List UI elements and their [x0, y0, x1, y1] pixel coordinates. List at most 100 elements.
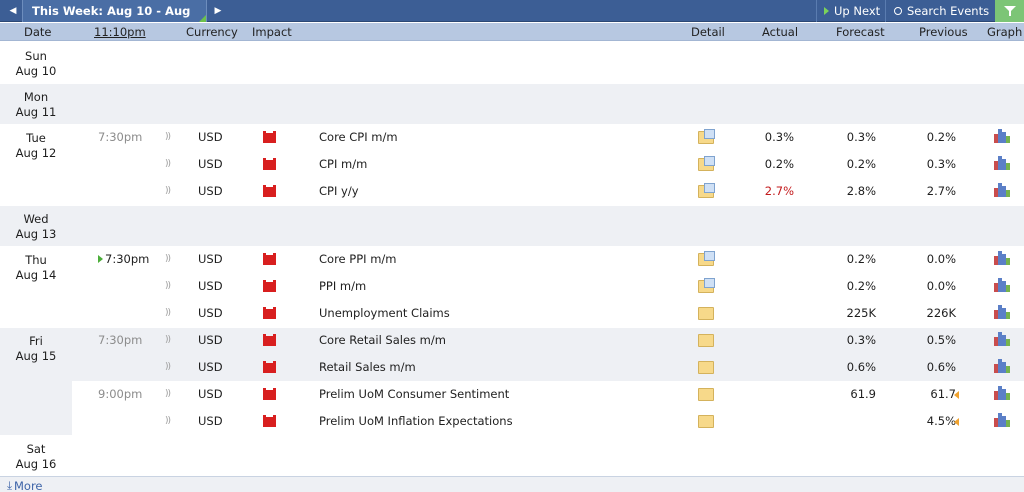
- sound-alert-icon[interactable]: )): [165, 124, 171, 151]
- empty-day-row: [72, 205, 1024, 246]
- sound-alert-icon[interactable]: )): [165, 151, 171, 178]
- detail-folder-icon[interactable]: [698, 334, 714, 347]
- event-row[interactable]: 7:30pm)) USD Core CPI m/m 0.3% 0.3% 0.2%: [72, 124, 1024, 151]
- event-row[interactable]: )) USD Retail Sales m/m 0.6% 0.6%: [72, 354, 1024, 381]
- event-forecast: 0.3%: [846, 333, 876, 347]
- event-row[interactable]: )) USD Prelim UoM Inflation Expectations 4.…: [72, 408, 1024, 435]
- detail-folder-icon[interactable]: [698, 278, 715, 293]
- sound-alert-icon[interactable]: )): [165, 408, 171, 435]
- graph-chart-icon[interactable]: [994, 156, 1011, 170]
- col-detail: Detail: [691, 25, 725, 39]
- detail-folder-icon[interactable]: [698, 251, 715, 266]
- col-actual: Actual: [762, 25, 799, 39]
- graph-chart-icon[interactable]: [994, 183, 1011, 197]
- detail-folder-icon[interactable]: [698, 129, 715, 144]
- detail-folder-icon[interactable]: [698, 361, 714, 374]
- event-time: 7:30pm: [98, 130, 143, 144]
- event-title[interactable]: Prelim UoM Inflation Expectations: [319, 408, 513, 435]
- graph-chart-icon[interactable]: [994, 332, 1011, 346]
- event-row[interactable]: )) USD Unemployment Claims 225K 226K: [72, 300, 1024, 327]
- event-row[interactable]: 7:30pm)) USD Core Retail Sales m/m 0.3% 0.5%: [72, 327, 1024, 354]
- event-time-text: 7:30pm: [105, 252, 150, 266]
- sound-alert-icon[interactable]: )): [165, 354, 171, 381]
- graph-chart-icon[interactable]: [994, 278, 1011, 292]
- graph-bar: [1006, 190, 1010, 197]
- event-row[interactable]: 9:00pm)) USD Prelim UoM Consumer Sentiment…: [72, 381, 1024, 408]
- event-title[interactable]: CPI y/y: [319, 178, 359, 205]
- graph-chart-icon[interactable]: [994, 251, 1011, 265]
- event-title[interactable]: Core CPI m/m: [319, 124, 398, 151]
- more-label[interactable]: ⤓ More: [7, 478, 43, 492]
- event-time: 9:00pm: [98, 387, 143, 401]
- graph-chart-icon[interactable]: [994, 386, 1011, 400]
- more-link[interactable]: ⤓ More: [0, 476, 1024, 492]
- detail-folder-icon[interactable]: [698, 415, 714, 428]
- next-week-icon[interactable]: ▶: [207, 0, 229, 22]
- event-title[interactable]: Prelim UoM Consumer Sentiment: [319, 381, 509, 408]
- day-date: Aug 13: [15, 227, 57, 241]
- event-actual: 2.7%: [764, 184, 794, 198]
- event-title[interactable]: Retail Sales m/m: [319, 354, 416, 381]
- sound-alert-icon[interactable]: )): [165, 273, 171, 300]
- graph-bar: [1006, 420, 1010, 427]
- col-graph: Graph: [987, 25, 1023, 39]
- impact-high-icon: [263, 361, 276, 373]
- event-forecast: 0.6%: [846, 360, 876, 374]
- event-currency: USD: [198, 157, 223, 171]
- graph-bar: [1006, 312, 1010, 319]
- sound-alert-icon[interactable]: )): [165, 300, 171, 327]
- search-icon: [894, 7, 902, 15]
- previous-week-icon[interactable]: ◀: [2, 0, 24, 22]
- detail-folder-icon[interactable]: [698, 388, 714, 401]
- up-next-button[interactable]: Up Next: [816, 0, 885, 22]
- search-events-label: Search Events: [907, 4, 990, 18]
- graph-chart-icon[interactable]: [994, 413, 1011, 427]
- event-currency: USD: [198, 360, 223, 374]
- col-forecast: Forecast: [836, 25, 885, 39]
- detail-folder-icon[interactable]: [698, 307, 714, 320]
- up-next-label: Up Next: [834, 4, 881, 18]
- event-title[interactable]: PPI m/m: [319, 273, 366, 300]
- graph-bar: [1006, 339, 1010, 346]
- event-forecast: 0.2%: [846, 252, 876, 266]
- graph-bar: [1006, 136, 1010, 143]
- detail-folder-icon[interactable]: [698, 183, 715, 198]
- current-time-link[interactable]: 11:10pm: [94, 25, 146, 39]
- day-cell-mon: Mon Aug 11: [0, 83, 72, 124]
- event-row[interactable]: 7:30pm)) USD Core PPI m/m 0.2% 0.0%: [72, 246, 1024, 273]
- sound-alert-icon[interactable]: )): [165, 327, 171, 354]
- event-previous: 0.5%: [926, 333, 956, 347]
- event-previous: 2.7%: [926, 184, 956, 198]
- event-previous: 0.0%: [926, 279, 956, 293]
- sound-alert-icon[interactable]: )): [165, 178, 171, 205]
- col-date: Date: [24, 25, 52, 39]
- impact-high-icon: [263, 253, 276, 265]
- filter-button[interactable]: [995, 0, 1024, 22]
- graph-bar: [1006, 285, 1010, 292]
- event-time: 7:30pm: [98, 246, 149, 273]
- event-row[interactable]: )) USD CPI m/m 0.2% 0.2% 0.3%: [72, 151, 1024, 178]
- filter-icon-stem: [1009, 11, 1011, 16]
- row-separator: [72, 124, 1024, 125]
- graph-chart-icon[interactable]: [994, 129, 1011, 143]
- detail-folder-icon[interactable]: [698, 156, 715, 171]
- sound-alert-icon[interactable]: )): [165, 246, 171, 273]
- event-title[interactable]: Core PPI m/m: [319, 246, 396, 273]
- impact-high-icon: [263, 131, 276, 143]
- event-previous: 0.0%: [926, 252, 956, 266]
- row-separator: [72, 205, 1024, 206]
- day-date: Aug 15: [15, 349, 57, 363]
- event-title[interactable]: Unemployment Claims: [319, 300, 450, 327]
- sound-alert-icon[interactable]: )): [165, 381, 171, 408]
- event-title[interactable]: CPI m/m: [319, 151, 367, 178]
- event-row[interactable]: )) USD PPI m/m 0.2% 0.0%: [72, 273, 1024, 300]
- graph-chart-icon[interactable]: [994, 359, 1011, 373]
- event-title[interactable]: Core Retail Sales m/m: [319, 327, 446, 354]
- graph-chart-icon[interactable]: [994, 305, 1011, 319]
- graph-bar: [1006, 366, 1010, 373]
- day-date: Aug 11: [15, 105, 57, 119]
- empty-day-row: [72, 83, 1024, 124]
- search-events-button[interactable]: Search Events: [885, 0, 995, 22]
- event-row[interactable]: )) USD CPI y/y 2.7% 2.8% 2.7%: [72, 178, 1024, 205]
- week-selector[interactable]: This Week: Aug 10 - Aug 16: [22, 0, 207, 40]
